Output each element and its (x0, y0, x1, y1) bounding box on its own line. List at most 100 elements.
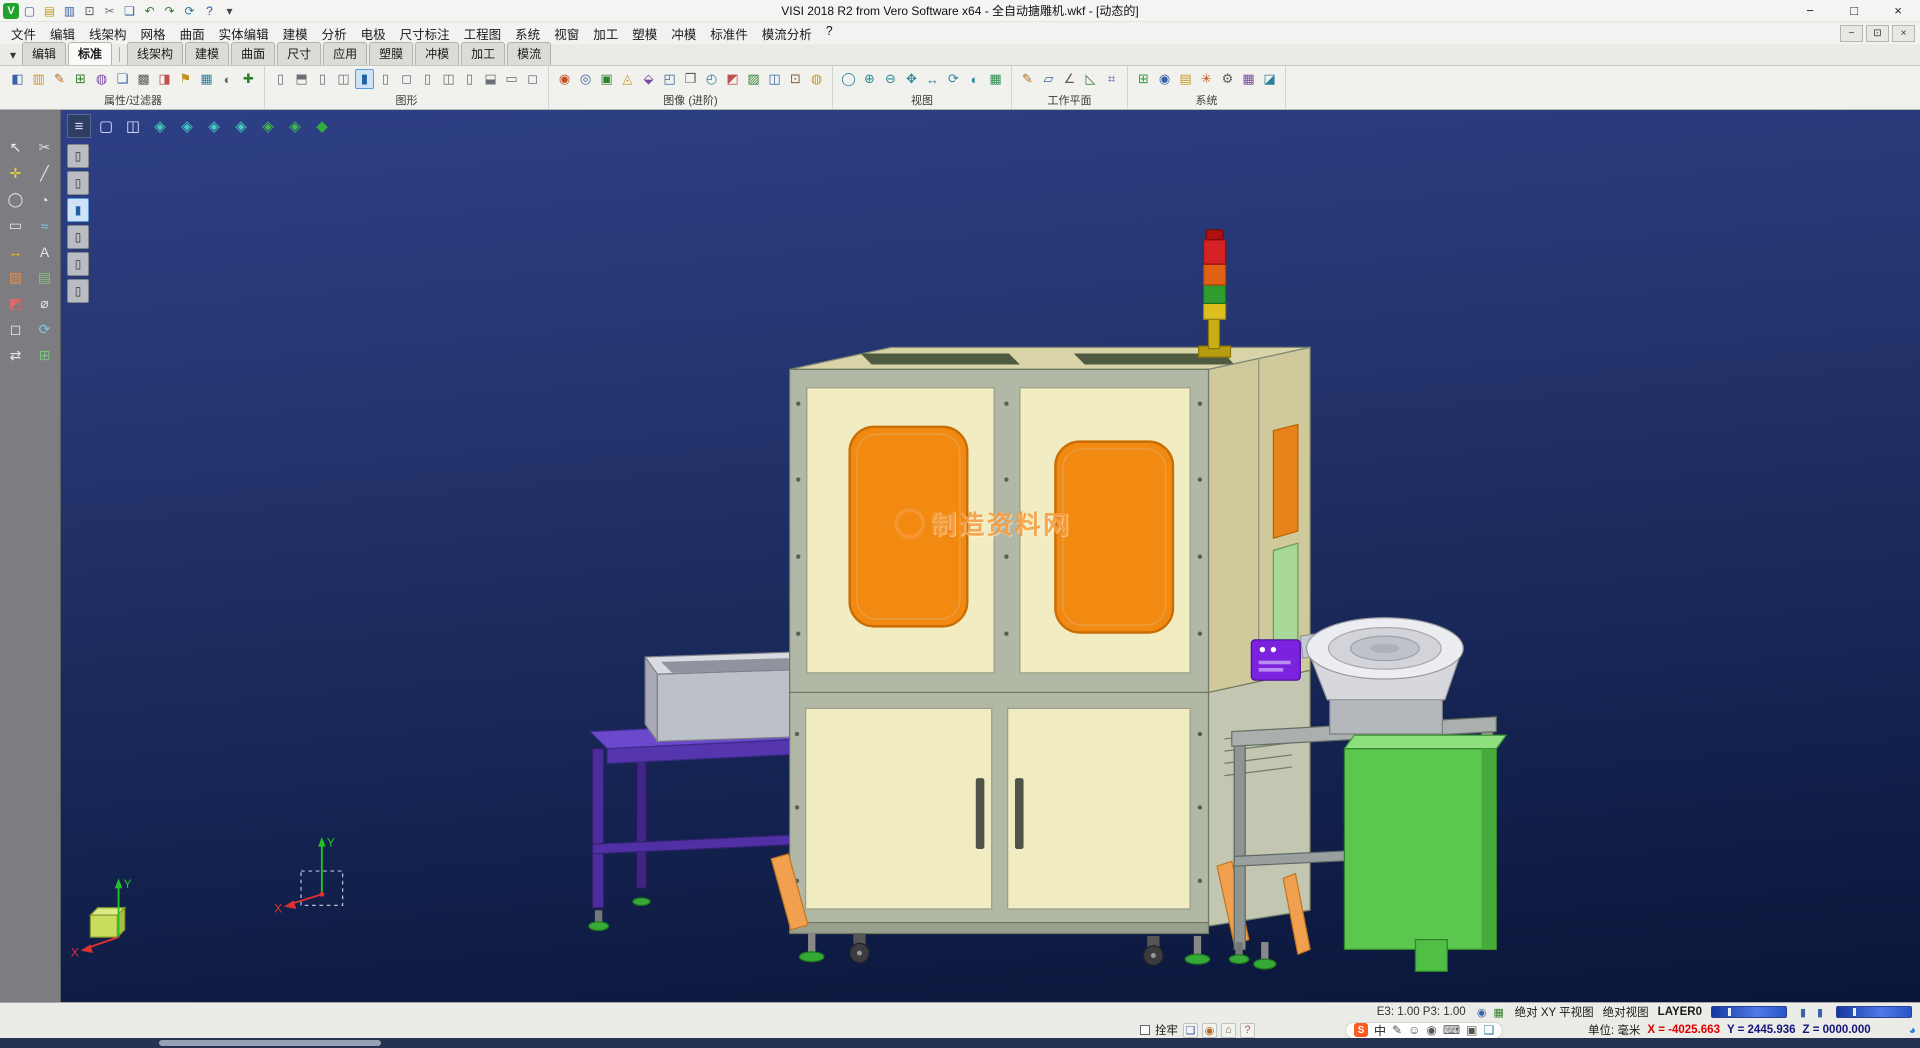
outline-display-icon[interactable]: ◻ (523, 69, 542, 89)
screenshot-icon[interactable]: ❏ (1484, 1023, 1495, 1037)
pick-filter-icon[interactable]: ❏ (1183, 1023, 1198, 1038)
view-label[interactable]: 绝对视图 (1603, 1004, 1649, 1020)
menu-item[interactable]: 标准件 (703, 21, 755, 46)
progress-bar-right[interactable] (1836, 1006, 1912, 1018)
filter-color-icon[interactable]: ◍ (92, 69, 111, 89)
view-bottom-icon[interactable]: ◈ (283, 114, 307, 138)
view-iso-nw-icon[interactable]: ◈ (175, 114, 199, 138)
tab[interactable]: 塑膜 (369, 42, 413, 65)
half-filter-icon[interactable]: ◐ (218, 69, 237, 89)
mask-filter-icon[interactable]: ◨ (155, 69, 174, 89)
section-icon[interactable]: ▯ (67, 171, 89, 195)
level-filter-icon[interactable]: ▦ (197, 69, 216, 89)
tab[interactable]: 标准 (68, 42, 112, 65)
wireframe-mode-icon[interactable]: ▯ (67, 252, 89, 276)
close-button[interactable]: × (1876, 0, 1920, 22)
machine-model[interactable] (589, 230, 1506, 971)
sogou-logo-icon[interactable]: S (1354, 1023, 1368, 1037)
view-top-icon[interactable]: ◈ (256, 114, 280, 138)
mdi-close-button[interactable]: × (1892, 25, 1915, 42)
save-file-icon[interactable]: ▥ (60, 2, 79, 20)
add-filter-icon[interactable]: ✚ (239, 69, 258, 89)
cut-icon[interactable]: ✂ (100, 2, 119, 20)
ime-keyboard-icon[interactable]: ⌨ (1443, 1023, 1460, 1037)
ime-mic-icon[interactable]: ◉ (1426, 1023, 1436, 1037)
snapshot-icon[interactable]: ⊡ (786, 69, 805, 89)
solid-display-icon[interactable]: ▯ (418, 69, 437, 89)
zoom-out-icon[interactable]: ⊖ (881, 69, 900, 89)
plane-triangle-icon[interactable]: ◺ (1081, 69, 1100, 89)
attr-edit-icon[interactable]: ✎ (50, 69, 69, 89)
tab[interactable]: 模流 (507, 42, 551, 65)
view-front-icon[interactable]: ▢ (94, 114, 118, 138)
list-icon[interactable]: ▤ (1176, 69, 1195, 89)
hatch-icon[interactable]: ▨ (3, 266, 28, 289)
menu-item[interactable]: ? (819, 21, 840, 46)
frame-icon[interactable]: ❒ (681, 69, 700, 89)
qat-dropdown-icon[interactable]: ▾ (220, 2, 239, 20)
mdi-minimize-button[interactable]: − (1840, 25, 1863, 42)
tab[interactable]: 加工 (461, 42, 505, 65)
layer-indicator[interactable]: LAYER0 (1658, 1006, 1702, 1018)
shade-mode-icon[interactable]: ▯ (67, 225, 89, 249)
box-display-icon[interactable]: ▭ (502, 69, 521, 89)
angle-icon[interactable]: ∠ (1060, 69, 1079, 89)
ime-pen-icon[interactable]: ✎ (1392, 1023, 1402, 1037)
view-iso-sw-icon[interactable]: ◈ (229, 114, 253, 138)
menu-item[interactable]: 冲模 (664, 21, 703, 46)
color-swatch-icon[interactable]: ◩ (3, 292, 28, 315)
hidden-line-icon[interactable]: ▯ (313, 69, 332, 89)
menu-item[interactable]: 模流分析 (755, 21, 819, 46)
system-grid-icon[interactable]: ⊞ (1134, 69, 1153, 89)
pan-icon[interactable]: ✥ (902, 69, 921, 89)
settings-gear-icon[interactable]: ⚙ (1218, 69, 1237, 89)
render-quality-icon[interactable]: ◉ (555, 69, 574, 89)
dimension-icon[interactable]: ↔ (3, 240, 28, 263)
tab[interactable]: 应用 (323, 42, 367, 65)
bowl-feeder[interactable] (1300, 618, 1463, 734)
menu-item[interactable]: 加工 (586, 21, 625, 46)
tab[interactable]: 线架构 (127, 42, 183, 65)
curve-icon[interactable]: ≈ (32, 214, 57, 237)
tab[interactable]: 建模 (185, 42, 229, 65)
array-icon[interactable]: ⊞ (32, 344, 57, 367)
text-icon[interactable]: A (32, 240, 57, 263)
edge-display-icon[interactable]: ◻ (397, 69, 416, 89)
rotate-icon[interactable]: ⟳ (32, 318, 57, 341)
attr-table-icon[interactable]: ▥ (29, 69, 48, 89)
diameter-icon[interactable]: ⌀ (32, 292, 57, 315)
view-mode-icon[interactable]: ◉ (1475, 1005, 1489, 1019)
copy-icon[interactable]: ❏ (120, 2, 139, 20)
zoom-target-icon[interactable]: ◉ (1202, 1023, 1217, 1038)
wireframe-display-icon[interactable]: ▯ (271, 69, 290, 89)
zoom-in-icon[interactable]: ⊕ (860, 69, 879, 89)
world-icon[interactable]: ◉ (1155, 69, 1174, 89)
tab-overflow-icon[interactable]: ▾ (4, 48, 22, 65)
signal-tower[interactable] (1199, 230, 1231, 357)
purple-table[interactable] (589, 722, 809, 931)
point-icon[interactable]: ✛ (3, 162, 28, 185)
network-status-icon[interactable]: ◕ (1909, 1023, 1916, 1037)
corner-view-icon[interactable]: ◰ (660, 69, 679, 89)
workplane-icon[interactable]: ▱ (1039, 69, 1058, 89)
progress-bar-left[interactable] (1711, 1006, 1787, 1018)
range-tick-right-icon[interactable]: ▮ (1813, 1005, 1827, 1019)
viewport-3d[interactable]: 制造资料网 制造资料网 Y X Y X ≡▢◫◈◈◈◈◈◈◆ (61, 110, 1920, 1002)
burst-icon[interactable]: ✳ (1197, 69, 1216, 89)
home-view-icon[interactable]: ⌂ (1221, 1023, 1236, 1038)
snap-lock-checkbox[interactable] (1140, 1025, 1150, 1035)
circle-icon[interactable]: ◯ (3, 188, 28, 211)
grid-view-icon[interactable]: ▦ (986, 69, 1005, 89)
hatch-filter-icon[interactable]: ▩ (134, 69, 153, 89)
view-shaded-icon[interactable]: ◆ (310, 114, 334, 138)
mirror-icon[interactable]: ⇄ (3, 344, 28, 367)
tab[interactable]: 尺寸 (277, 42, 321, 65)
mask-view-icon[interactable]: ◩ (723, 69, 742, 89)
new-file-icon[interactable]: ▢ (20, 2, 39, 20)
visi-logo[interactable]: V (3, 3, 19, 19)
layers-icon[interactable]: ▤ (32, 266, 57, 289)
gray-bin[interactable] (645, 652, 809, 741)
shade-edges-icon[interactable]: ⬓ (481, 69, 500, 89)
flag-filter-icon[interactable]: ⚑ (176, 69, 195, 89)
filter-grid-icon[interactable]: ⊞ (71, 69, 90, 89)
